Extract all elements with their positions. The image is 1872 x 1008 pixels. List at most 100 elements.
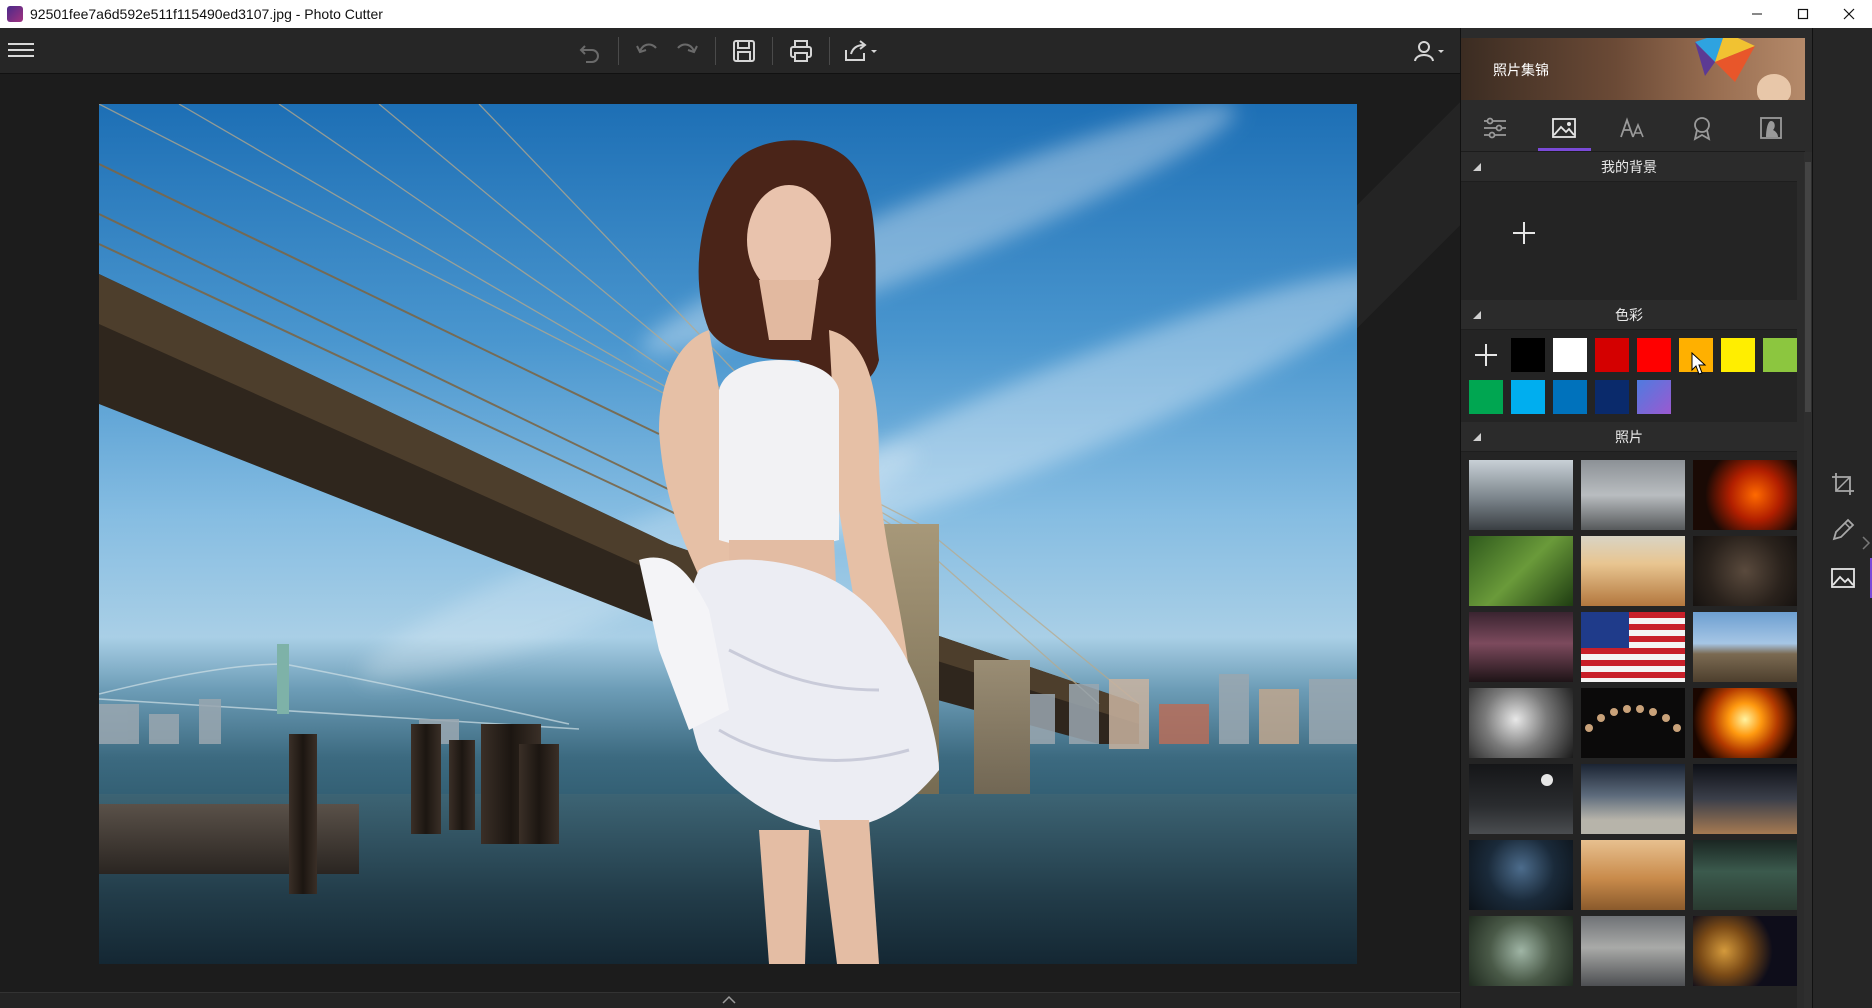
plus-icon [1513, 222, 1535, 244]
panel-scrollbar[interactable] [1804, 152, 1812, 1008]
my-backgrounds-area [1461, 182, 1797, 300]
toolbar-separator [829, 37, 830, 65]
adjust-sliders-icon [1484, 117, 1507, 138]
thumbnail-pterodactyl-trees[interactable] [1469, 916, 1573, 986]
minimize-icon[interactable] [1734, 0, 1780, 28]
tab-background[interactable] [1530, 104, 1599, 151]
collapse-triangle-icon[interactable] [1473, 163, 1481, 171]
collapse-triangle-icon[interactable] [1473, 311, 1481, 319]
color-swatch-red[interactable] [1637, 338, 1671, 372]
background-panel: 照片集锦 我的背景 色彩 照片 [1460, 28, 1812, 1008]
window-title: 92501fee7a6d592e511f115490ed3107.jpg - P… [30, 6, 383, 22]
banner-label: 照片集锦 [1493, 63, 1549, 79]
hamburger-menu-icon[interactable] [8, 40, 34, 62]
section-title: 色彩 [1615, 307, 1643, 324]
color-swatch-green[interactable] [1469, 380, 1503, 414]
sticker-award-icon [1693, 116, 1711, 141]
color-swatch-sky-blue[interactable] [1511, 380, 1545, 414]
pen-edit-icon[interactable] [1827, 514, 1859, 546]
thumbnail-moon-phases-arc[interactable] [1581, 688, 1685, 758]
thumbnail-snowy-mountain-hand[interactable] [1581, 460, 1685, 530]
thumbnail-bearded-old-man[interactable] [1469, 688, 1573, 758]
thumbnail-elephant-savanna[interactable] [1581, 840, 1685, 910]
section-colors-header[interactable]: 色彩 [1461, 300, 1797, 330]
tab-text[interactable] [1599, 104, 1668, 151]
scrollbar-thumb[interactable] [1805, 162, 1811, 412]
vertical-tool-strip [1812, 28, 1872, 1008]
thumbnail-lion-dark[interactable] [1693, 916, 1797, 986]
color-swatch-gradient[interactable] [1637, 380, 1671, 414]
main-toolbar [0, 28, 1460, 74]
tab-adjust[interactable] [1461, 104, 1530, 151]
chevron-up-icon[interactable] [722, 995, 736, 1005]
color-swatch-dark-red[interactable] [1595, 338, 1629, 372]
window-controls [1734, 0, 1872, 28]
thumbnail-rocky-seal[interactable] [1581, 916, 1685, 986]
color-swatch-yellow[interactable] [1721, 338, 1755, 372]
portrait-icon [1759, 116, 1782, 139]
edited-photo-canvas[interactable] [99, 104, 1357, 964]
thumbnail-fire-explosion[interactable] [1693, 688, 1797, 758]
tab-stickers[interactable] [1667, 104, 1736, 151]
print-icon[interactable] [781, 34, 821, 68]
color-swatch-blue[interactable] [1553, 380, 1587, 414]
section-title: 照片 [1615, 429, 1643, 446]
kite-illustration-icon [1695, 38, 1755, 82]
chevron-right-icon[interactable] [1861, 536, 1871, 554]
panel-tabs [1461, 104, 1805, 152]
thumbnail-hollywood-sign[interactable] [1693, 612, 1797, 682]
color-swatch-navy[interactable] [1595, 380, 1629, 414]
section-my-backgrounds-header[interactable]: 我的背景 [1461, 152, 1797, 182]
wood-piling [411, 724, 441, 834]
flag-canton [1581, 612, 1629, 648]
moon-phases-graphic [1585, 705, 1681, 732]
bottom-collapse-bar[interactable] [0, 992, 1460, 1008]
pier [99, 804, 359, 874]
add-background-button[interactable] [1487, 196, 1561, 270]
thumbnail-desert-dunes[interactable] [1581, 536, 1685, 606]
toolbar-separator [772, 37, 773, 65]
thumbnail-green-jungle[interactable] [1469, 536, 1573, 606]
redo-icon[interactable] [667, 34, 707, 68]
image-background-icon[interactable] [1827, 558, 1872, 598]
mouse-cursor-icon [1691, 352, 1707, 375]
maximize-icon[interactable] [1780, 0, 1826, 28]
close-icon[interactable] [1826, 0, 1872, 28]
moon-graphic [1541, 774, 1553, 786]
thumbnail-flying-saucer[interactable] [1693, 840, 1797, 910]
canvas-area [0, 74, 1460, 992]
color-swatch-light-green[interactable] [1763, 338, 1797, 372]
photo-thumbnails [1461, 452, 1797, 1008]
color-swatches [1461, 330, 1797, 422]
thumbnail-stormy-lightning[interactable] [1469, 612, 1573, 682]
color-swatch-black[interactable] [1511, 338, 1545, 372]
color-swatch-white[interactable] [1553, 338, 1587, 372]
tab-portrait[interactable] [1736, 104, 1805, 151]
section-photos-header[interactable]: 照片 [1461, 422, 1797, 452]
add-color-button[interactable] [1469, 338, 1503, 372]
background-image-icon [1552, 117, 1577, 138]
thumbnail-gorilla-dark[interactable] [1693, 536, 1797, 606]
collapse-triangle-icon[interactable] [1473, 433, 1481, 441]
text-icon [1620, 116, 1644, 137]
thumbnail-bridge-tunnel-sphere[interactable] [1693, 764, 1797, 834]
thumbnail-misty-mountain-path[interactable] [1469, 460, 1573, 530]
thumbnail-planet-horizon[interactable] [1581, 764, 1685, 834]
undo-icon[interactable] [627, 34, 667, 68]
thumbnail-dark-forest[interactable] [1469, 840, 1573, 910]
plus-icon [1475, 344, 1497, 366]
panel-scroll-area: 我的背景 色彩 照片 [1461, 152, 1805, 1008]
save-icon[interactable] [724, 34, 764, 68]
thumbnail-flaming-guitar[interactable] [1693, 460, 1797, 530]
promo-banner[interactable]: 照片集锦 [1461, 38, 1805, 100]
thumbnail-american-flag[interactable] [1581, 612, 1685, 682]
crop-icon[interactable] [1827, 468, 1859, 500]
thumbnail-moon-over-hills[interactable] [1469, 764, 1573, 834]
wood-piling [289, 734, 317, 894]
hand-illustration [1757, 74, 1791, 100]
section-title: 我的背景 [1601, 159, 1657, 176]
undo-all-icon[interactable] [570, 34, 610, 68]
cutout-person [639, 140, 939, 964]
user-icon[interactable] [1408, 36, 1450, 66]
share-icon[interactable] [838, 34, 884, 68]
